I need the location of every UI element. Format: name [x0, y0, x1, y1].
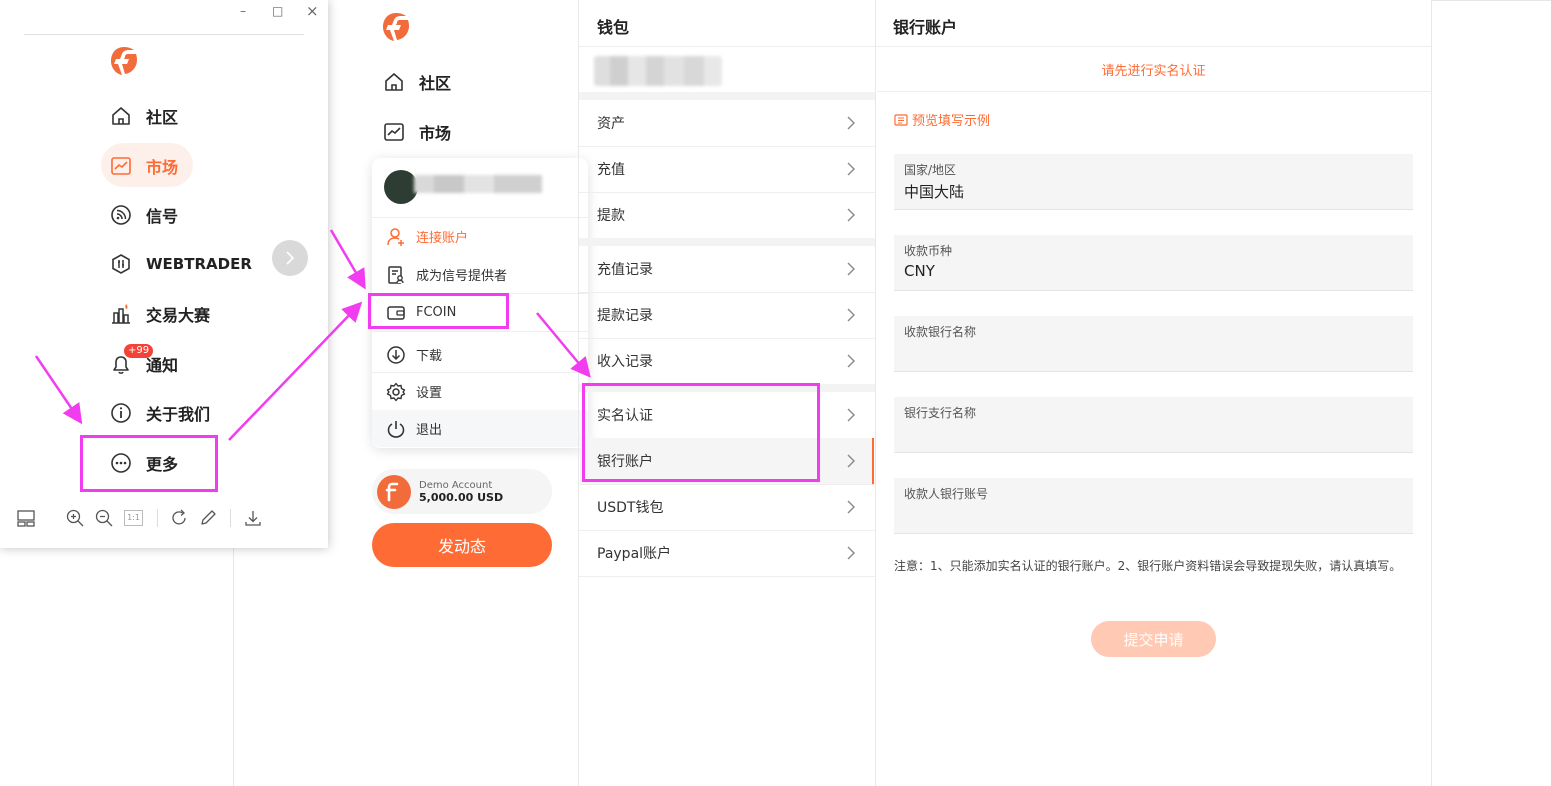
- annotation-arrow: [34, 355, 83, 425]
- annotation-arrow: [536, 312, 591, 378]
- annotation-arrow: [228, 301, 363, 441]
- annotation-arrows: [34, 229, 591, 441]
- annotation-arrow: [329, 229, 366, 290]
